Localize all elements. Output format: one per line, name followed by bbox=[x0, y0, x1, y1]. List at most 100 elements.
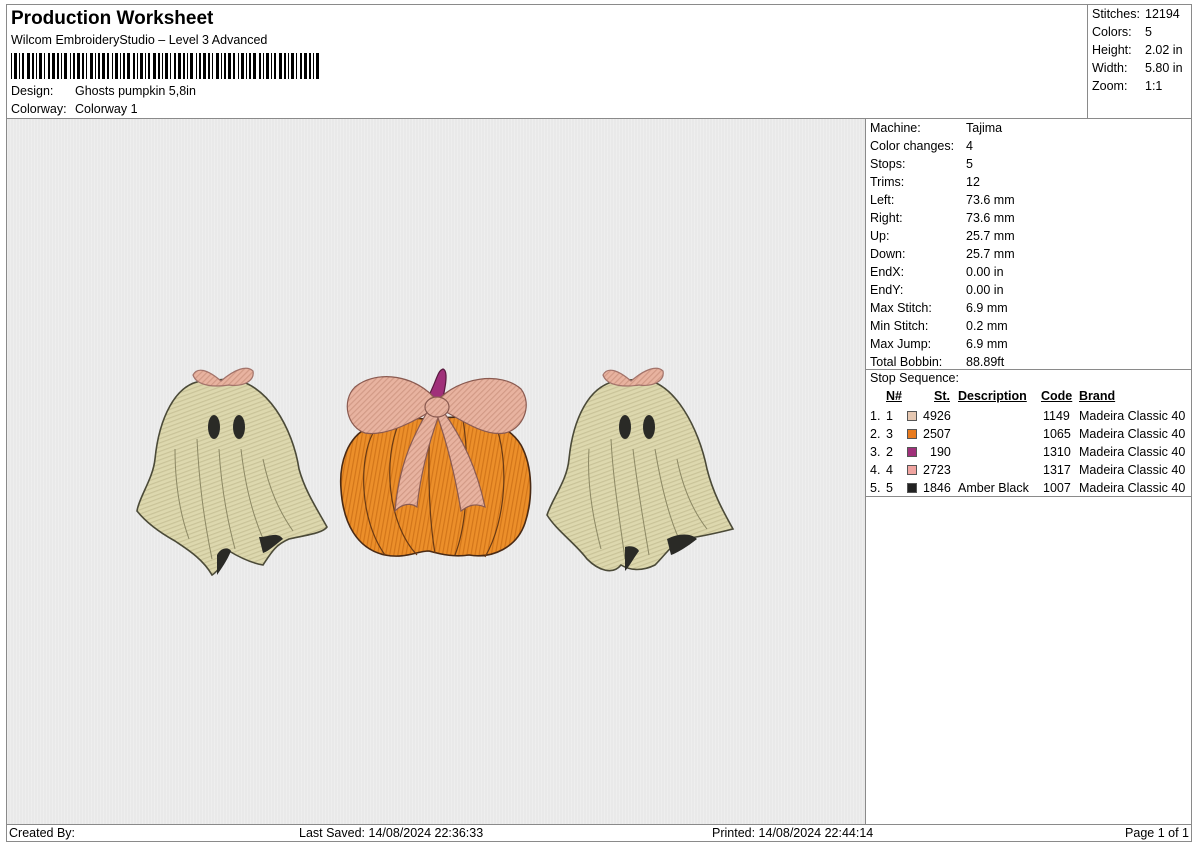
info-label: Stops: bbox=[870, 157, 906, 171]
table-row: 3. 2 190 1310 Madeira Classic 40 bbox=[866, 443, 1191, 461]
needle-number: 3 bbox=[886, 427, 893, 441]
embroidery-design-image bbox=[136, 367, 735, 577]
info-label: Max Jump: bbox=[870, 337, 932, 351]
color-swatch bbox=[907, 447, 917, 457]
needle-number: 5 bbox=[886, 481, 893, 495]
thread-brand: Madeira Classic 40 bbox=[1079, 409, 1186, 423]
info-value: 25.7 mm bbox=[966, 229, 1015, 243]
info-value: 25.7 mm bbox=[966, 247, 1015, 261]
stat-value: 2.02 in bbox=[1145, 43, 1183, 57]
stitch-count: 2507 bbox=[923, 427, 951, 441]
stat-value: 12194 bbox=[1145, 7, 1180, 21]
worksheet-footer: Created By: Last Saved: 14/08/2024 22:36… bbox=[6, 824, 1192, 842]
needle-number: 2 bbox=[886, 445, 893, 459]
last-saved: Last Saved: 14/08/2024 22:36:33 bbox=[299, 826, 484, 840]
stitch-count: 190 bbox=[930, 445, 951, 459]
table-row: 5. 5 1846 Amber Black 1007 Madeira Class… bbox=[866, 479, 1191, 497]
thread-code: 1317 bbox=[1043, 463, 1071, 477]
info-value: 6.9 mm bbox=[966, 337, 1008, 351]
page-title: Production Worksheet bbox=[11, 8, 214, 29]
design-name: Ghosts pumpkin 5,8in bbox=[75, 84, 196, 98]
info-label: Color changes: bbox=[870, 139, 955, 153]
thread-brand: Madeira Classic 40 bbox=[1079, 463, 1186, 477]
divider bbox=[866, 496, 1191, 497]
thread-brand: Madeira Classic 40 bbox=[1079, 445, 1186, 459]
table-row: 2. 3 2507 1065 Madeira Classic 40 bbox=[866, 425, 1191, 443]
stitch-count: 4926 bbox=[923, 409, 951, 423]
info-label: Up: bbox=[870, 229, 890, 243]
stat-label: Height: bbox=[1092, 43, 1132, 57]
stitch-count: 1846 bbox=[923, 481, 951, 495]
stop-sequence-title: Stop Sequence: bbox=[870, 371, 959, 385]
divider bbox=[866, 369, 1191, 370]
page-number: Page 1 of 1 bbox=[1125, 826, 1189, 840]
worksheet-header: Production Worksheet Wilcom EmbroiderySt… bbox=[6, 4, 1192, 119]
colorway-label: Colorway: bbox=[11, 102, 67, 116]
created-by: Created By: bbox=[9, 826, 76, 840]
info-label: Left: bbox=[870, 193, 895, 207]
info-value: 4 bbox=[966, 139, 973, 153]
info-value: 6.9 mm bbox=[966, 301, 1008, 315]
info-value: 0.2 mm bbox=[966, 319, 1008, 333]
header-code: Code bbox=[1041, 389, 1073, 403]
design-label: Design: bbox=[11, 84, 54, 98]
info-value: Tajima bbox=[966, 121, 1003, 135]
thread-brand: Madeira Classic 40 bbox=[1079, 427, 1186, 441]
printed-date: Printed: 14/08/2024 22:44:14 bbox=[712, 826, 874, 840]
stop-number: 3. bbox=[870, 445, 881, 459]
info-label: Down: bbox=[870, 247, 906, 261]
needle-number: 1 bbox=[886, 409, 893, 423]
colorway-name: Colorway 1 bbox=[75, 102, 138, 116]
info-value: 0.00 in bbox=[966, 265, 1004, 279]
info-value: 0.00 in bbox=[966, 283, 1004, 297]
stat-label: Zoom: bbox=[1092, 79, 1128, 93]
table-row: 1. 1 4926 1149 Madeira Classic 40 bbox=[866, 407, 1191, 425]
thread-code: 1149 bbox=[1043, 409, 1070, 423]
header-st: St. bbox=[934, 389, 950, 403]
stat-value: 1:1 bbox=[1145, 79, 1163, 93]
info-value: 73.6 mm bbox=[966, 211, 1015, 225]
stop-number: 5. bbox=[870, 481, 881, 495]
design-preview bbox=[6, 118, 866, 825]
table-row: 4. 4 2723 1317 Madeira Classic 40 bbox=[866, 461, 1191, 479]
thread-code: 1310 bbox=[1043, 445, 1071, 459]
info-value: 5 bbox=[966, 157, 973, 171]
info-panel: Machine: Tajima Color changes: 4 Stops: … bbox=[865, 118, 1192, 825]
stat-value: 5.80 in bbox=[1145, 61, 1183, 75]
thread-code: 1065 bbox=[1043, 427, 1071, 441]
thread-code: 1007 bbox=[1043, 481, 1071, 495]
thread-brand: Madeira Classic 40 bbox=[1079, 481, 1186, 495]
info-value: 12 bbox=[966, 175, 980, 189]
left-ghost bbox=[136, 367, 328, 577]
needle-number: 4 bbox=[886, 463, 893, 477]
info-label: Machine: bbox=[870, 121, 921, 135]
header-description: Description bbox=[958, 389, 1027, 403]
color-swatch bbox=[907, 411, 917, 421]
thread-description: Amber Black bbox=[958, 481, 1029, 495]
stat-label: Width: bbox=[1092, 61, 1128, 75]
color-swatch bbox=[907, 429, 917, 439]
info-label: Min Stitch: bbox=[870, 319, 929, 333]
stitch-count: 2723 bbox=[923, 463, 951, 477]
header-brand: Brand bbox=[1079, 389, 1116, 403]
stat-value: 5 bbox=[1145, 25, 1152, 39]
center-pumpkin bbox=[339, 368, 532, 558]
info-label: Right: bbox=[870, 211, 903, 225]
stop-number: 2. bbox=[870, 427, 881, 441]
info-label: Max Stitch: bbox=[870, 301, 932, 315]
software-subtitle: Wilcom EmbroideryStudio – Level 3 Advanc… bbox=[11, 33, 268, 47]
info-label: EndY: bbox=[870, 283, 904, 297]
stat-label: Stitches: bbox=[1092, 7, 1140, 21]
info-label: Trims: bbox=[870, 175, 905, 189]
color-swatch bbox=[907, 483, 917, 493]
right-ghost bbox=[546, 367, 735, 572]
stop-number: 4. bbox=[870, 463, 881, 477]
header-n: N# bbox=[886, 389, 902, 403]
color-swatch bbox=[907, 465, 917, 475]
info-label: EndX: bbox=[870, 265, 905, 279]
stats-box: Stitches: 12194 Colors: 5 Height: 2.02 i… bbox=[1087, 5, 1191, 118]
info-value: 73.6 mm bbox=[966, 193, 1015, 207]
barcode-image bbox=[11, 53, 319, 79]
stat-label: Colors: bbox=[1092, 25, 1132, 39]
stop-number: 1. bbox=[870, 409, 881, 423]
